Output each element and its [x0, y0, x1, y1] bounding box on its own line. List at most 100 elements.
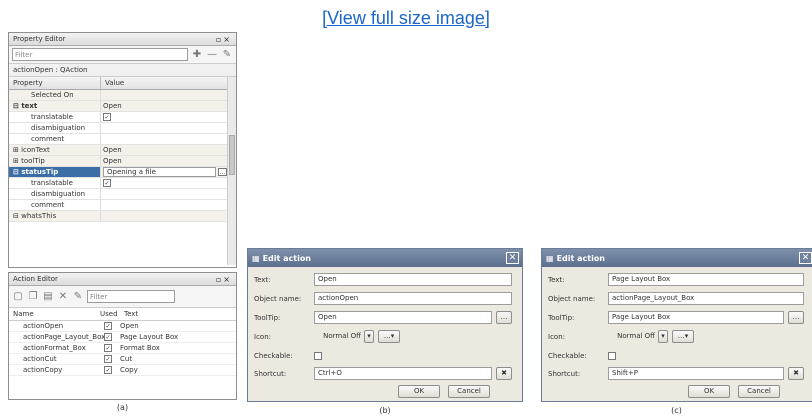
- col-value: Value: [105, 79, 125, 87]
- icon-row: Icon: Normal Off ▾ …▾: [548, 330, 694, 343]
- checkable-label: Checkable:: [254, 351, 293, 360]
- action-table-header: Name Used Text: [9, 308, 236, 321]
- ok-button[interactable]: OK: [398, 385, 440, 398]
- checkbox-icon[interactable]: ✓: [103, 113, 111, 121]
- property-row[interactable]: ⊞ iconText Open: [9, 145, 227, 156]
- checkable-row: Checkable:: [548, 349, 616, 362]
- property-row[interactable]: disambiguation: [9, 189, 227, 200]
- action-filter-input[interactable]: Filter: [87, 290, 175, 303]
- clear-shortcut-icon[interactable]: ✖: [496, 367, 512, 380]
- dock-controls[interactable]: ▫×: [216, 35, 232, 44]
- shortcut-input[interactable]: Shift+P: [608, 367, 784, 380]
- paste-action-icon[interactable]: ▤: [42, 291, 54, 303]
- text-row: Text: Page Layout Box: [548, 273, 804, 286]
- checkable-checkbox[interactable]: [314, 351, 322, 360]
- more-options-icon[interactable]: …: [218, 168, 227, 176]
- clear-shortcut-icon[interactable]: ✖: [788, 367, 804, 380]
- expand-icon[interactable]: ⊟: [13, 212, 21, 220]
- object-name-input[interactable]: actionPage_Layout_Box: [608, 292, 804, 305]
- configure-wrench-icon[interactable]: ✎: [72, 291, 84, 303]
- object-name-input[interactable]: actionOpen: [314, 292, 512, 305]
- close-icon[interactable]: ✕: [799, 252, 812, 264]
- dialog-title: Edit action: [556, 253, 606, 263]
- object-name-row: Object name: actionPage_Layout_Box: [548, 292, 804, 305]
- action-row[interactable]: actionCopy ✓ Copy: [9, 365, 236, 376]
- tooltip-more-button[interactable]: …: [788, 311, 804, 324]
- cancel-button[interactable]: Cancel: [448, 385, 490, 398]
- property-filter-input[interactable]: Filter: [12, 48, 188, 61]
- property-table-header: Property Value: [9, 77, 236, 90]
- ok-button[interactable]: OK: [688, 385, 730, 398]
- icon-label: Icon:: [548, 332, 565, 341]
- icon-mode-select[interactable]: Normal Off: [608, 330, 656, 343]
- tooltip-more-button[interactable]: …: [496, 311, 512, 324]
- icon-chooser-button[interactable]: …▾: [378, 330, 400, 343]
- caption-a: (a): [116, 403, 129, 412]
- property-scrollbar[interactable]: [227, 77, 236, 265]
- text-input[interactable]: Open: [314, 273, 512, 286]
- property-row[interactable]: Selected On: [9, 90, 227, 101]
- new-action-icon[interactable]: ▢: [12, 291, 24, 303]
- close-icon[interactable]: ✕: [506, 252, 519, 264]
- statustip-value-input[interactable]: Opening a file: [103, 167, 216, 177]
- tooltip-input[interactable]: Open: [314, 311, 492, 324]
- scrollbar-thumb[interactable]: [229, 135, 235, 175]
- edit-action-icon: ▦: [252, 253, 260, 263]
- action-editor-titlebar: Action Editor ▫×: [9, 273, 236, 286]
- tooltip-input[interactable]: Page Layout Box: [608, 311, 784, 324]
- property-row[interactable]: disambiguation: [9, 123, 227, 134]
- property-row[interactable]: translatable ✓: [9, 178, 227, 189]
- icon-row: Icon: Normal Off ▾ …▾: [254, 330, 400, 343]
- property-editor-titlebar: Property Editor ▫×: [9, 33, 236, 46]
- property-row[interactable]: translatable ✓: [9, 112, 227, 123]
- property-row[interactable]: comment: [9, 200, 227, 211]
- configure-wrench-icon[interactable]: ✎: [221, 49, 233, 61]
- action-row[interactable]: actionPage_Layout_Box ✓ Page Layout Box: [9, 332, 236, 343]
- checkable-checkbox[interactable]: [608, 351, 616, 360]
- edit-action-dialog-c: ▦ Edit action ✕ Text: Page Layout Box Obj…: [541, 248, 812, 402]
- property-row[interactable]: ⊟ whatsThis: [9, 211, 227, 222]
- used-check-icon: ✓: [104, 322, 112, 330]
- expand-icon[interactable]: ⊞: [13, 146, 21, 154]
- action-editor-panel: Action Editor ▫× ▢ ❐ ▤ ✕ ✎ Filter Name U…: [8, 272, 237, 400]
- used-check-icon: ✓: [104, 344, 112, 352]
- icon-mode-dropdown-icon[interactable]: ▾: [658, 330, 668, 343]
- icon-mode-dropdown-icon[interactable]: ▾: [364, 330, 374, 343]
- property-row-selected[interactable]: ⊟ statusTip Opening a file…: [9, 167, 227, 178]
- view-full-size-link[interactable]: [View full size image]: [322, 8, 490, 28]
- expand-icon[interactable]: ⊞: [13, 157, 21, 165]
- delete-action-icon[interactable]: ✕: [57, 291, 69, 303]
- icon-chooser-button[interactable]: …▾: [672, 330, 694, 343]
- used-check-icon: ✓: [104, 333, 112, 341]
- property-row[interactable]: ⊞ toolTip Open: [9, 156, 227, 167]
- property-editor-title: Property Editor: [13, 35, 66, 43]
- remove-property-icon[interactable]: —: [206, 49, 218, 61]
- tooltip-row: ToolTip: Page Layout Box…: [548, 311, 804, 324]
- checkbox-icon[interactable]: ✓: [103, 179, 111, 187]
- shortcut-row: Shortcut: Shift+P ✖: [548, 367, 804, 380]
- property-filter-row: Filter ✚ — ✎: [9, 46, 236, 64]
- action-row[interactable]: actionFormat_Box ✓ Format Box: [9, 343, 236, 354]
- dialog-titlebar: ▦ Edit action ✕: [248, 249, 522, 267]
- caption-b: (b): [379, 406, 391, 415]
- shortcut-input[interactable]: Ctrl+O: [314, 367, 492, 380]
- add-property-icon[interactable]: ✚: [191, 49, 203, 61]
- copy-action-icon[interactable]: ❐: [27, 291, 39, 303]
- col-name: Name: [13, 310, 34, 318]
- icon-mode-select[interactable]: Normal Off: [314, 330, 362, 343]
- checkable-row: Checkable:: [254, 349, 322, 362]
- caption-c: (c): [671, 406, 682, 415]
- edit-action-icon: ▦: [546, 253, 554, 263]
- property-row[interactable]: comment: [9, 134, 227, 145]
- action-row[interactable]: actionCut ✓ Cut: [9, 354, 236, 365]
- object-name-row: Object name: actionOpen: [254, 292, 512, 305]
- shortcut-label: Shortcut:: [254, 369, 287, 378]
- cancel-button[interactable]: Cancel: [738, 385, 780, 398]
- property-row[interactable]: ⊟ text Open: [9, 101, 227, 112]
- text-input[interactable]: Page Layout Box: [608, 273, 804, 286]
- action-toolbar: ▢ ❐ ▤ ✕ ✎ Filter: [9, 286, 236, 308]
- dock-controls[interactable]: ▫×: [216, 275, 232, 284]
- action-row[interactable]: actionOpen ✓ Open: [9, 321, 236, 332]
- shortcut-label: Shortcut:: [548, 369, 581, 378]
- text-label: Text:: [254, 275, 271, 284]
